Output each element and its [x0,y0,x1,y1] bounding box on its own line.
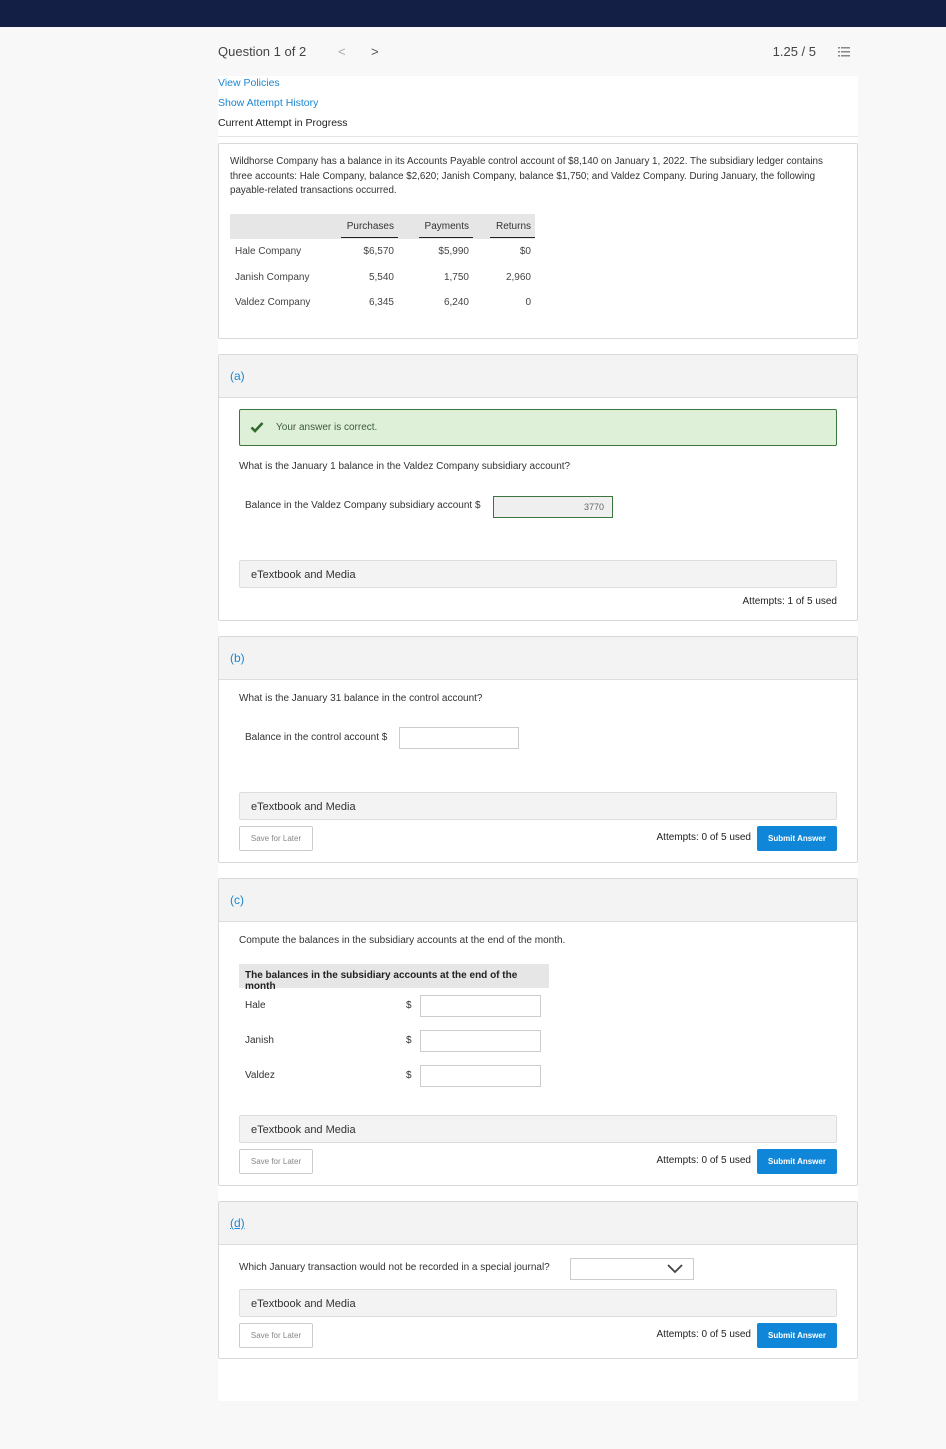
header-returns: Returns [473,214,535,239]
currency-symbol: $ [406,1000,412,1011]
table-header-row: Purchases Payments Returns [230,214,535,239]
valdez-balance-label: Balance in the Valdez Company subsidiary… [245,500,481,511]
control-balance-input[interactable] [399,727,519,749]
header-payments: Payments [398,214,473,239]
table-row: Janish Company 5,540 1,750 2,960 [230,265,535,291]
purchases-value: 5,540 [368,271,394,283]
returns-value: 2,960 [505,271,531,283]
part-c-question: Compute the balances in the subsidiary a… [239,935,566,946]
attempts-counter: Attempts: 0 of 5 used [656,832,752,843]
content-footer-space [218,1368,858,1401]
part-d: (d) Which January transaction would not … [218,1201,858,1359]
part-a-header: (a) [219,355,857,398]
part-d-question: Which January transaction would not be r… [239,1262,550,1273]
part-b-header: (b) [219,637,857,680]
subsidiary-balances-header: The balances in the subsidiary accounts … [239,964,549,992]
part-a-question: What is the January 1 balance in the Val… [239,461,571,472]
submit-answer-button[interactable]: Submit Answer [757,826,837,851]
part-a: (a) Your answer is correct. What is the … [218,354,858,621]
save-for-later-button[interactable]: Save for Later [239,826,313,851]
etextbook-media-button[interactable]: eTextbook and Media [239,560,837,588]
payments-value: $5,990 [438,246,469,258]
part-c-label: (c) [230,893,244,907]
save-for-later-button[interactable]: Save for Later [239,1149,313,1174]
attempts-counter: Attempts: 0 of 5 used [656,1155,752,1166]
submit-answer-button[interactable]: Submit Answer [757,1149,837,1174]
company-name: Hale Company [235,246,302,258]
submit-answer-button[interactable]: Submit Answer [757,1323,837,1348]
next-question-button[interactable]: > [371,44,379,59]
header-blank [230,214,328,239]
chevron-down-icon [667,1264,683,1274]
part-c: (c) Compute the balances in the subsidia… [218,878,858,1186]
question-counter: Question 1 of 2 [218,44,307,59]
etextbook-media-button[interactable]: eTextbook and Media [239,1289,837,1317]
currency-symbol: $ [406,1070,412,1081]
table-row: Hale Company $6,570 $5,990 $0 [230,239,535,265]
purchases-value: $6,570 [363,246,394,258]
save-for-later-button[interactable]: Save for Later [239,1323,313,1348]
previous-question-button[interactable]: < [338,44,346,59]
top-navigation-bar [0,0,946,27]
attempts-counter: Attempts: 1 of 5 used [742,596,838,607]
problem-statement: Wildhorse Company has a balance in its A… [218,143,858,339]
part-d-header: (d) [219,1202,857,1245]
question-navigation: Question 1 of 2 < > 1.25 / 5 [218,44,858,62]
hale-balance-input[interactable] [420,995,541,1017]
part-c-header: (c) [219,879,857,922]
valdez-label: Valdez [245,1070,275,1081]
problem-text: Wildhorse Company has a balance in its A… [230,156,823,196]
part-b-question: What is the January 31 balance in the co… [239,693,483,704]
transactions-table: Purchases Payments Returns Hale Company … [230,214,535,316]
etextbook-label: eTextbook and Media [251,801,356,813]
etextbook-label: eTextbook and Media [251,1124,356,1136]
currency-symbol: $ [406,1035,412,1046]
returns-value: $0 [519,246,531,258]
payments-value: 6,240 [443,297,469,309]
question-content: View Policies Show Attempt History Curre… [218,76,858,1401]
attempt-status: Current Attempt in Progress [218,117,348,129]
part-a-label: (a) [230,369,245,383]
janish-label: Janish [245,1035,274,1046]
payments-value: 1,750 [443,271,469,283]
etextbook-media-button[interactable]: eTextbook and Media [239,1115,837,1143]
returns-value: 0 [525,297,531,309]
company-name: Janish Company [235,271,310,283]
part-b-label: (b) [230,651,245,665]
score-display: 1.25 / 5 [772,44,816,59]
part-b: (b) What is the January 31 balance in th… [218,636,858,863]
header-purchases: Purchases [328,214,398,239]
etextbook-media-button[interactable]: eTextbook and Media [239,792,837,820]
transaction-select[interactable] [570,1258,694,1280]
view-policies-link[interactable]: View Policies [218,77,280,89]
attempt-links: View Policies Show Attempt History Curre… [218,76,858,137]
etextbook-label: eTextbook and Media [251,1298,356,1310]
valdez-balance-input[interactable] [493,496,613,518]
checkmark-icon [250,422,264,433]
show-attempt-history-link[interactable]: Show Attempt History [218,97,318,109]
hale-label: Hale [245,1000,266,1011]
valdez-balance-input[interactable] [420,1065,541,1087]
correct-answer-banner: Your answer is correct. [239,409,837,446]
correct-message: Your answer is correct. [276,422,378,433]
purchases-value: 6,345 [368,297,394,309]
part-d-label[interactable]: (d) [230,1216,245,1230]
table-row: Valdez Company 6,345 6,240 0 [230,290,535,316]
control-balance-label: Balance in the control account $ [245,732,388,743]
etextbook-label: eTextbook and Media [251,569,356,581]
janish-balance-input[interactable] [420,1030,541,1052]
question-list-icon[interactable] [838,46,850,58]
attempts-counter: Attempts: 0 of 5 used [656,1329,752,1340]
company-name: Valdez Company [235,297,311,309]
